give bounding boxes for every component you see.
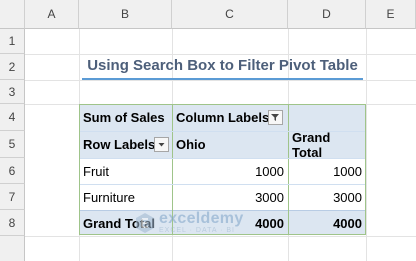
row-header-9[interactable]: [0, 236, 25, 261]
row-header-3[interactable]: 3: [0, 80, 25, 104]
pivot-divider: [80, 158, 365, 159]
row-header-7[interactable]: 7: [0, 184, 25, 210]
column-header-e[interactable]: E: [366, 0, 416, 29]
exceldemy-logo-icon: [136, 212, 154, 233]
title-underline: [82, 78, 363, 80]
column-header-d[interactable]: D: [288, 0, 366, 29]
row-header-2[interactable]: 2: [0, 54, 25, 80]
select-all-corner[interactable]: [0, 0, 25, 29]
sheet-title: Using Search Box to Filter Pivot Table: [87, 57, 358, 74]
watermark-tagline: EXCEL · DATA · BI: [159, 227, 235, 234]
column-header-c[interactable]: C: [172, 0, 288, 29]
watermark: exceldemy EXCEL · DATA · BI: [135, 211, 244, 234]
pivot-divider: [288, 104, 289, 235]
column-header-a[interactable]: A: [25, 0, 79, 29]
row-header-5[interactable]: 5: [0, 131, 25, 158]
row-header-4[interactable]: 4: [0, 104, 25, 131]
row-header-8[interactable]: 8: [0, 210, 25, 236]
row-header-6[interactable]: 6: [0, 158, 25, 184]
pivot-divider: [80, 184, 365, 185]
pivot-divider: [80, 131, 365, 132]
row-header-1[interactable]: 1: [0, 29, 25, 54]
column-header-b[interactable]: B: [79, 0, 172, 29]
gridline: [25, 80, 416, 81]
gridline: [366, 29, 367, 261]
watermark-name: exceldemy: [159, 210, 244, 227]
gridline: [25, 236, 416, 237]
